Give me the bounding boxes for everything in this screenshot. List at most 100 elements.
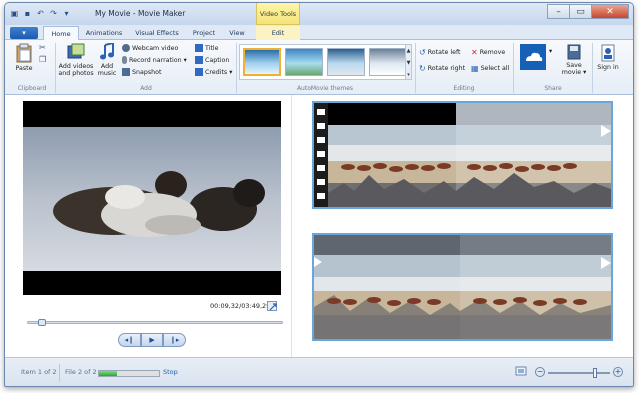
paste-button[interactable]: Paste [11, 43, 37, 72]
customize-toolbar-icon[interactable]: ▾ [61, 8, 72, 19]
title-icon [195, 44, 203, 52]
redo-icon[interactable]: ↷ [48, 8, 59, 19]
chevron-down-icon: ▾ [583, 69, 587, 76]
theme-thumbnail[interactable] [369, 48, 407, 76]
paste-label: Paste [15, 65, 33, 72]
add-music-button[interactable]: Add music [95, 43, 119, 77]
next-frame-button[interactable]: ❙▸ [163, 333, 187, 347]
file-count: File 2 of 2 [65, 368, 97, 376]
theme-thumbnail[interactable] [243, 48, 281, 76]
automovie-themes-label: AutoMovie themes [296, 85, 354, 92]
rotate-left-label: Rotate left [427, 49, 461, 56]
webcam-video-button[interactable]: Webcam video [122, 44, 178, 52]
maximize-icon[interactable]: ▭ [569, 4, 591, 19]
zoom-slider-thumb[interactable] [592, 368, 597, 378]
chevron-down-icon[interactable]: ▼ [406, 57, 411, 69]
file-menu-button[interactable]: ▾ [10, 27, 38, 39]
rotate-right-button[interactable]: ↻ Rotate right [419, 64, 465, 73]
credits-button[interactable]: Credits ▾ [195, 68, 232, 76]
select-all-button[interactable]: ▦ Select all [471, 64, 509, 73]
close-icon[interactable]: ✕ [591, 4, 629, 19]
stop-link[interactable]: Stop [163, 368, 178, 376]
save-icon[interactable]: ▪ [22, 8, 33, 19]
add-videos-button[interactable]: Add videos and photos [58, 43, 94, 77]
tab-animations[interactable]: Animations [81, 26, 127, 40]
window-controls: – ▭ ✕ [547, 4, 629, 19]
rotate-right-icon: ↻ [419, 64, 426, 73]
play-button[interactable]: ▶ [140, 333, 164, 347]
chevron-up-icon[interactable]: ▲ [406, 45, 411, 57]
remove-label: Remove [479, 49, 506, 56]
gallery-scroll[interactable]: ▲ ▼ ▾ [405, 44, 412, 80]
record-narration-button[interactable]: Record narration ▾ [122, 56, 187, 64]
tab-home[interactable]: Home [43, 26, 79, 40]
theme-thumbnail[interactable] [327, 48, 365, 76]
preview-frame-image [23, 101, 281, 295]
playback-controls: ◂❙ ▶ ❙▸ [118, 333, 187, 347]
ribbon: Paste ✂ ❐ Clipboard Add videos and photo… [5, 40, 633, 95]
copy-button[interactable]: ❐ [39, 55, 46, 64]
remove-button[interactable]: ✕ Remove [471, 48, 505, 57]
previous-frame-button[interactable]: ◂❙ [118, 333, 141, 347]
rotate-left-button[interactable]: ↺ Rotate left [419, 48, 461, 57]
share-more-button[interactable]: ▾ [549, 48, 552, 55]
add-videos-label: Add videos and photos [58, 63, 94, 77]
cut-button[interactable]: ✂ [39, 43, 46, 52]
snapshot-button[interactable]: Snapshot [122, 68, 161, 76]
share-onedrive-button[interactable] [518, 44, 548, 72]
webcam-video-label: Webcam video [132, 44, 179, 52]
divider [592, 43, 593, 93]
storyboard-pane[interactable] [291, 95, 633, 357]
camera-icon [122, 68, 130, 76]
thumbnail-size-button[interactable] [515, 365, 527, 377]
sign-in-button[interactable]: Sign in [594, 44, 622, 71]
timecode: 00:09,32/03:49,29 [210, 302, 271, 310]
next-frame-icon: ❙▸ [169, 336, 180, 344]
theme-thumbnail[interactable] [285, 48, 323, 76]
movie-maker-window: ▣ ▪ ↶ ↷ ▾ My Movie - Movie Maker Video T… [4, 2, 634, 387]
add-music-label: Add music [97, 63, 117, 77]
title-button[interactable]: Title [195, 44, 219, 52]
quick-access-toolbar: ▣ ▪ ↶ ↷ ▾ [9, 8, 72, 19]
more-icon[interactable]: ▾ [406, 69, 411, 81]
minimize-icon[interactable]: – [547, 4, 569, 19]
video-preview[interactable] [23, 101, 281, 295]
chevron-down-icon: ▾ [229, 68, 233, 76]
divider [59, 364, 60, 382]
automovie-themes-gallery [239, 44, 411, 80]
zoom-in-button[interactable]: + [613, 367, 623, 377]
paste-icon [16, 43, 32, 63]
video-clip[interactable] [312, 233, 613, 341]
tab-project[interactable]: Project [187, 26, 221, 40]
add-group-label: Add [140, 85, 152, 92]
zoom-slider[interactable] [548, 368, 610, 378]
video-tools-contextual-header: Video Tools [256, 3, 300, 25]
sign-in-label: Sign in [597, 64, 619, 71]
seek-thumb[interactable] [38, 319, 47, 326]
save-movie-button[interactable]: Save movie ▾ [559, 44, 589, 76]
tab-view[interactable]: View [223, 26, 251, 40]
divider [55, 43, 56, 93]
ribbon-tabs: ▾ Home Animations Visual Effects Project… [5, 25, 633, 40]
caption-button[interactable]: Caption [195, 56, 229, 64]
clip-thumbnail-strip [314, 103, 611, 207]
video-clip[interactable] [312, 101, 613, 209]
expand-icon [269, 303, 277, 311]
divider [236, 43, 237, 93]
split-screen-button[interactable] [267, 301, 277, 311]
undo-icon[interactable]: ↶ [35, 8, 46, 19]
app-icon[interactable]: ▣ [9, 8, 20, 19]
scissors-icon: ✂ [39, 43, 46, 52]
tab-edit[interactable]: Edit [256, 26, 300, 40]
credits-label: Credits [205, 68, 228, 76]
caption-icon [195, 56, 203, 64]
seek-bar[interactable] [27, 319, 283, 326]
tab-visual-effects[interactable]: Visual Effects [129, 26, 185, 40]
select-all-label: Select all [480, 65, 510, 72]
webcam-icon [122, 44, 130, 52]
zoom-out-button[interactable]: − [535, 367, 545, 377]
credits-icon [195, 68, 203, 76]
item-count: Item 1 of 2 [21, 368, 57, 376]
save-movie-icon [567, 44, 581, 60]
editing-group-label: Editing [453, 85, 475, 92]
